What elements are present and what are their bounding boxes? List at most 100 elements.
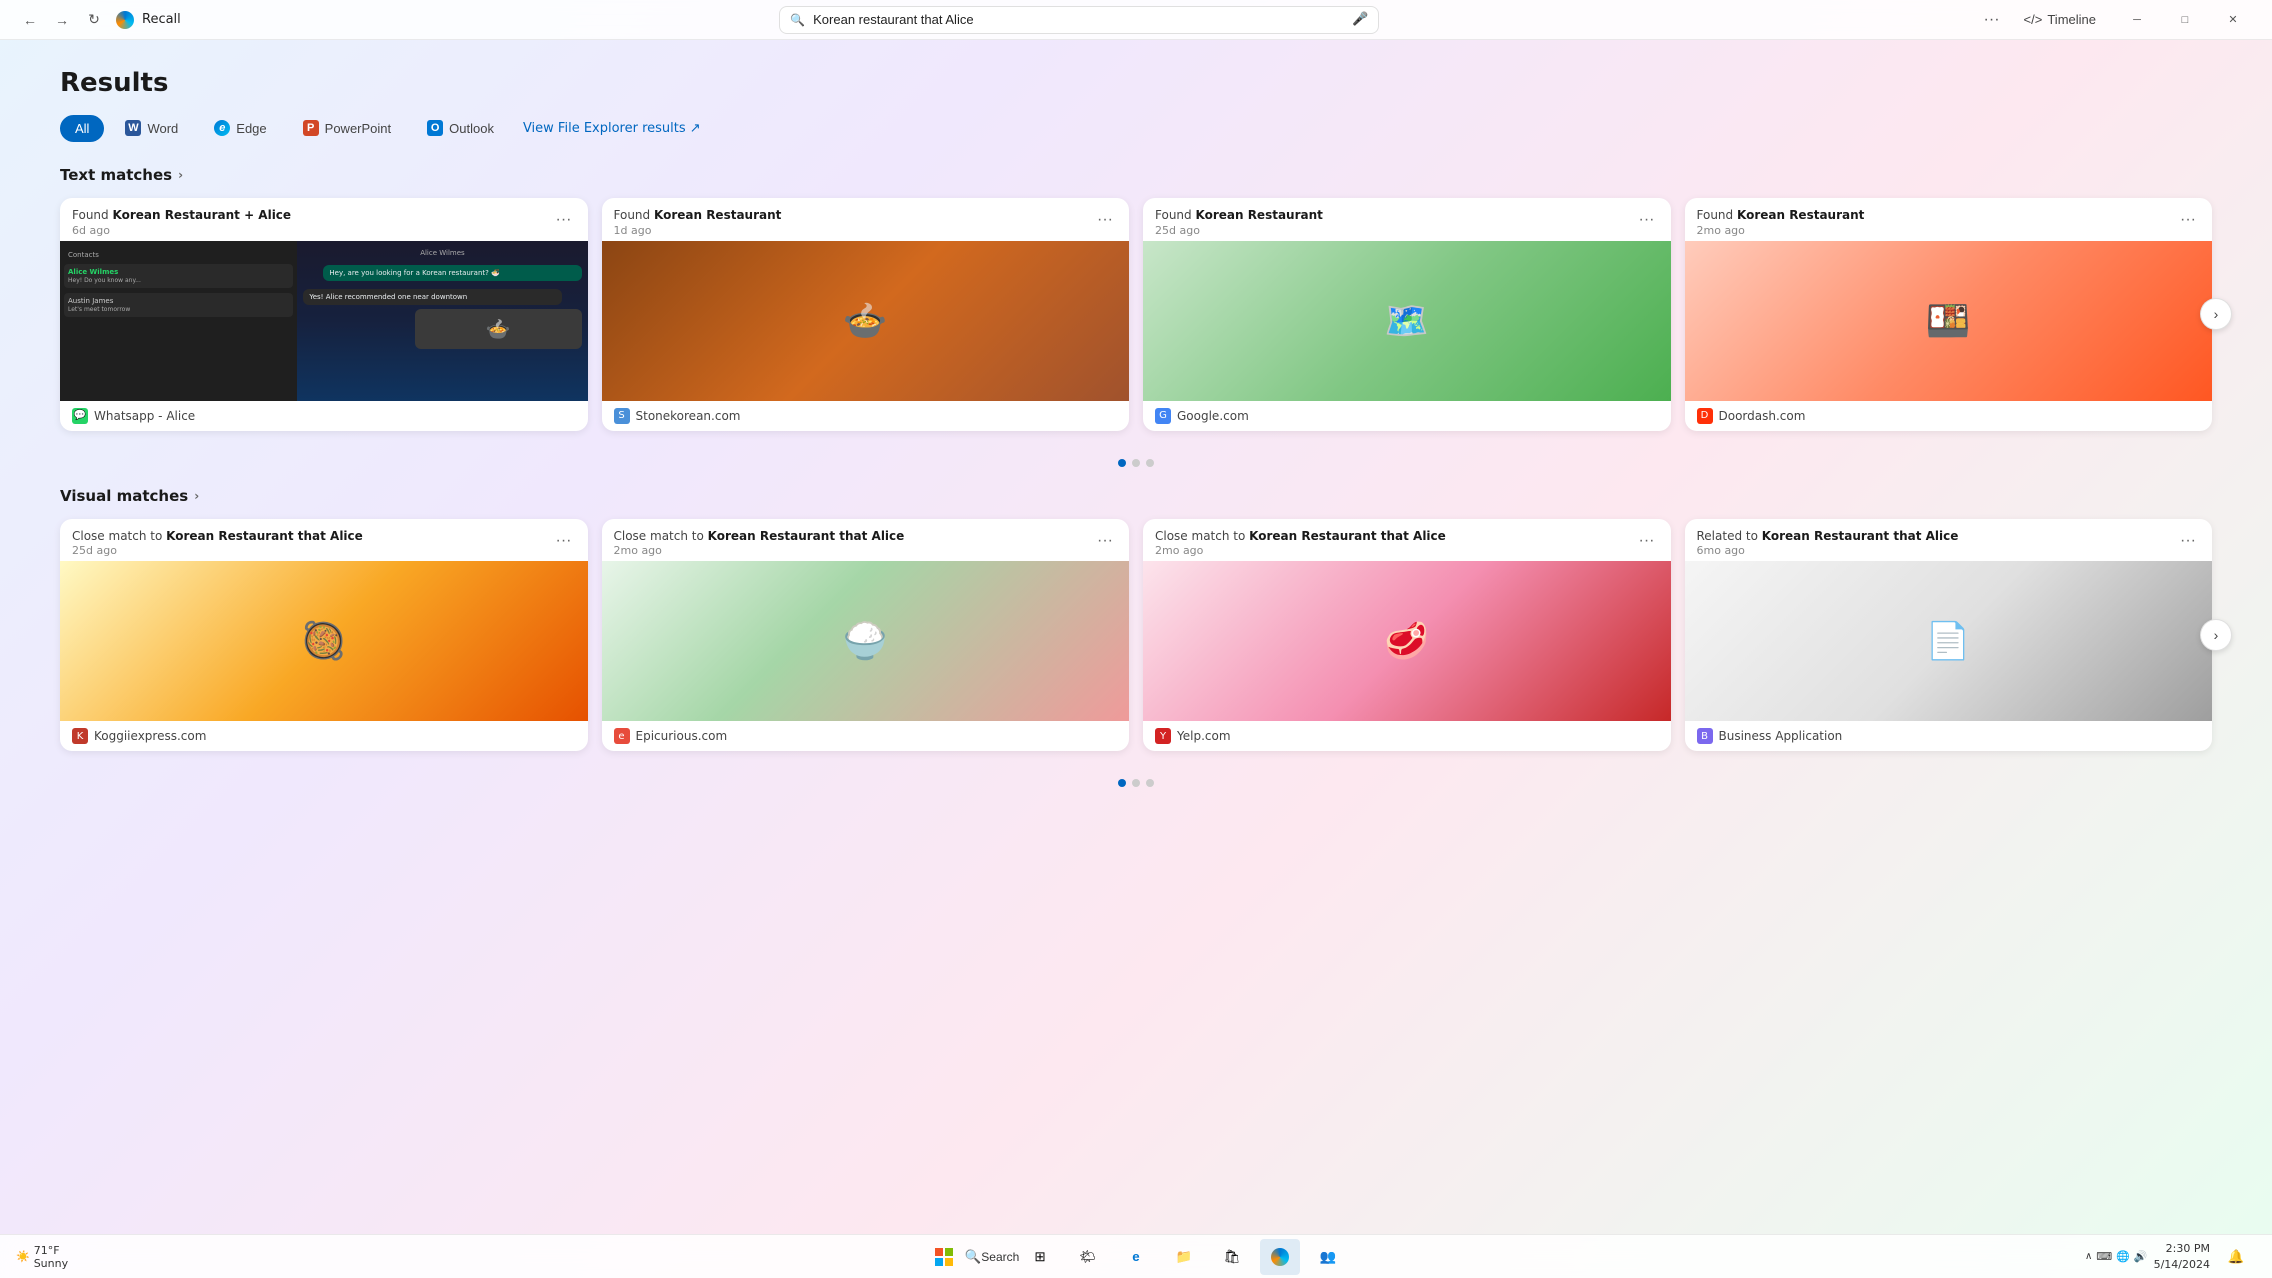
outlook-icon: O — [427, 120, 443, 136]
taskbar-center: 🔍 Search ⊞ 🌤 e 📁 🛍 👥 — [924, 1239, 1348, 1275]
forward-button[interactable]: → — [48, 6, 76, 34]
tab-edge[interactable]: e Edge — [199, 114, 281, 142]
maximize-button[interactable]: □ — [2162, 4, 2208, 36]
tab-outlook[interactable]: O Outlook — [412, 114, 509, 142]
text-matches-next-arrow[interactable]: › — [2200, 298, 2232, 330]
visual-match-text-1: Korean Restaurant that Alice — [708, 529, 905, 543]
edge-taskbar-icon: e — [1132, 1249, 1139, 1264]
expand-tray-icon[interactable]: ∧ — [2085, 1251, 2092, 1262]
card-source-2: G Google.com — [1143, 401, 1671, 431]
card-found-prefix-1: Found — [614, 208, 651, 222]
yelp-icon: Y — [1155, 728, 1171, 744]
card-more-button-2[interactable]: ··· — [1635, 208, 1659, 232]
titlebar-right: ··· </> Timeline ─ □ ✕ — [1978, 4, 2256, 36]
view-file-explorer-link[interactable]: View File Explorer results ↗ — [523, 121, 701, 136]
koggii-icon: K — [72, 728, 88, 744]
tab-edge-label: Edge — [236, 121, 266, 136]
text-matches-header[interactable]: Text matches › — [60, 166, 2212, 184]
card-image-0: Contacts Alice Wilmes Hey! Do you know a… — [60, 241, 588, 401]
visual-card-found-0: Close match to Korean Restaurant that Al… — [72, 529, 363, 545]
filter-tabs: All W Word e Edge P PowerPoint O Outlook… — [60, 114, 2212, 142]
more-options-button[interactable]: ··· — [1978, 6, 2006, 34]
visual-card-info-3: Related to Korean Restaurant that Alice … — [1697, 529, 1959, 558]
store-taskbar-button[interactable]: 🛍 — [1212, 1239, 1252, 1275]
card-more-button-0[interactable]: ··· — [552, 208, 576, 232]
card-header-0: Found Korean Restaurant + Alice 6d ago ·… — [60, 198, 588, 241]
window-controls: ─ □ ✕ — [2114, 4, 2256, 36]
teams-taskbar-button[interactable]: 👥 — [1308, 1239, 1348, 1275]
visual-card-more-3[interactable]: ··· — [2176, 529, 2200, 553]
windows-start-button[interactable] — [924, 1239, 964, 1275]
visual-card-source-3: B Business Application — [1685, 721, 2213, 751]
tab-outlook-label: Outlook — [449, 121, 494, 136]
titlebar: ← → ↻ Recall 🔍 🎤 ··· </> Timeline ─ □ ✕ — [0, 0, 2272, 40]
card-header-2: Found Korean Restaurant 25d ago ··· — [1143, 198, 1671, 241]
visual-card-info-2: Close match to Korean Restaurant that Al… — [1155, 529, 1446, 558]
visual-match-text-0: Korean Restaurant that Alice — [166, 529, 363, 543]
text-match-card-2[interactable]: Found Korean Restaurant 25d ago ··· 🗺️ G… — [1143, 198, 1671, 431]
visual-source-label-1: Epicurious.com — [636, 729, 728, 743]
visual-screenshot-2: 🥩 — [1143, 561, 1671, 721]
text-match-card-3[interactable]: Found Korean Restaurant 2mo ago ··· 🍱 D … — [1685, 198, 2213, 431]
visual-match-text-2: Korean Restaurant that Alice — [1249, 529, 1446, 543]
card-found-text-2: Korean Restaurant — [1195, 208, 1322, 222]
card-source-0: 💬 Whatsapp - Alice — [60, 401, 588, 431]
visual-card-more-2[interactable]: ··· — [1635, 529, 1659, 553]
widgets-button[interactable]: 🌤 — [1068, 1239, 1108, 1275]
card-found-text-0: Korean Restaurant + Alice — [112, 208, 291, 222]
card-image-2: 🗺️ — [1143, 241, 1671, 401]
card-info-3: Found Korean Restaurant 2mo ago — [1697, 208, 1865, 237]
mic-icon[interactable]: 🎤 — [1352, 12, 1368, 27]
tab-word[interactable]: W Word — [110, 114, 193, 142]
refresh-button[interactable]: ↻ — [80, 6, 108, 34]
visual-source-label-3: Business Application — [1719, 729, 1843, 743]
whatsapp-icon: 💬 — [72, 408, 88, 424]
explorer-taskbar-button[interactable]: 📁 — [1164, 1239, 1204, 1275]
card-source-label-0: Whatsapp - Alice — [94, 409, 195, 423]
card-header-3: Found Korean Restaurant 2mo ago ··· — [1685, 198, 2213, 241]
tab-powerpoint[interactable]: P PowerPoint — [288, 114, 406, 142]
visual-match-card-0[interactable]: Close match to Korean Restaurant that Al… — [60, 519, 588, 752]
recall-taskbar-button[interactable] — [1260, 1239, 1300, 1275]
visual-emoji-1: 🍚 — [843, 620, 888, 662]
card-info-1: Found Korean Restaurant 1d ago — [614, 208, 782, 237]
visual-match-card-3[interactable]: Related to Korean Restaurant that Alice … — [1685, 519, 2213, 752]
visual-card-time-2: 2mo ago — [1155, 544, 1446, 557]
visual-pagination-dot-1 — [1132, 779, 1140, 787]
visual-match-card-2[interactable]: Close match to Korean Restaurant that Al… — [1143, 519, 1671, 752]
nav-buttons: ← → ↻ — [16, 6, 108, 34]
visual-card-more-1[interactable]: ··· — [1093, 529, 1117, 553]
card-source-label-1: Stonekorean.com — [636, 409, 741, 423]
weather-condition: Sunny — [34, 1257, 68, 1270]
powerpoint-icon: P — [303, 120, 319, 136]
card-more-button-3[interactable]: ··· — [2176, 208, 2200, 232]
card-more-button-1[interactable]: ··· — [1093, 208, 1117, 232]
card-found-0: Found Korean Restaurant + Alice — [72, 208, 291, 224]
visual-match-card-1[interactable]: Close match to Korean Restaurant that Al… — [602, 519, 1130, 752]
search-input[interactable] — [813, 12, 1344, 27]
visual-card-image-2: 🥩 — [1143, 561, 1671, 721]
timeline-code-icon: </> — [2024, 12, 2043, 27]
titlebar-search-bar[interactable]: 🔍 🎤 — [779, 6, 1379, 34]
card-source-3: D Doordash.com — [1685, 401, 2213, 431]
back-button[interactable]: ← — [16, 6, 44, 34]
tab-all[interactable]: All — [60, 115, 104, 142]
timeline-button[interactable]: </> Timeline — [2014, 8, 2106, 31]
text-match-card-1[interactable]: Found Korean Restaurant 1d ago ··· 🍲 S S… — [602, 198, 1130, 431]
card-found-prefix-0: Found — [72, 208, 109, 222]
minimize-button[interactable]: ─ — [2114, 4, 2160, 36]
close-button[interactable]: ✕ — [2210, 4, 2256, 36]
notification-button[interactable]: 🔔 — [2216, 1239, 2256, 1275]
clock-time: 2:30 PM — [2154, 1241, 2210, 1256]
visual-emoji-3: 📄 — [1926, 620, 1971, 662]
windows-logo-icon — [935, 1248, 953, 1266]
search-taskbar-icon: 🔍 — [965, 1249, 982, 1265]
clock-display[interactable]: 2:30 PM 5/14/2024 — [2154, 1241, 2210, 1272]
edge-taskbar-button[interactable]: e — [1116, 1239, 1156, 1275]
visual-card-more-0[interactable]: ··· — [552, 529, 576, 553]
text-match-card-0[interactable]: Found Korean Restaurant + Alice 6d ago ·… — [60, 198, 588, 431]
search-taskbar-button[interactable]: 🔍 Search — [972, 1239, 1012, 1275]
visual-matches-next-arrow[interactable]: › — [2200, 619, 2232, 651]
visual-matches-header[interactable]: Visual matches › — [60, 487, 2212, 505]
taskview-button[interactable]: ⊞ — [1020, 1239, 1060, 1275]
